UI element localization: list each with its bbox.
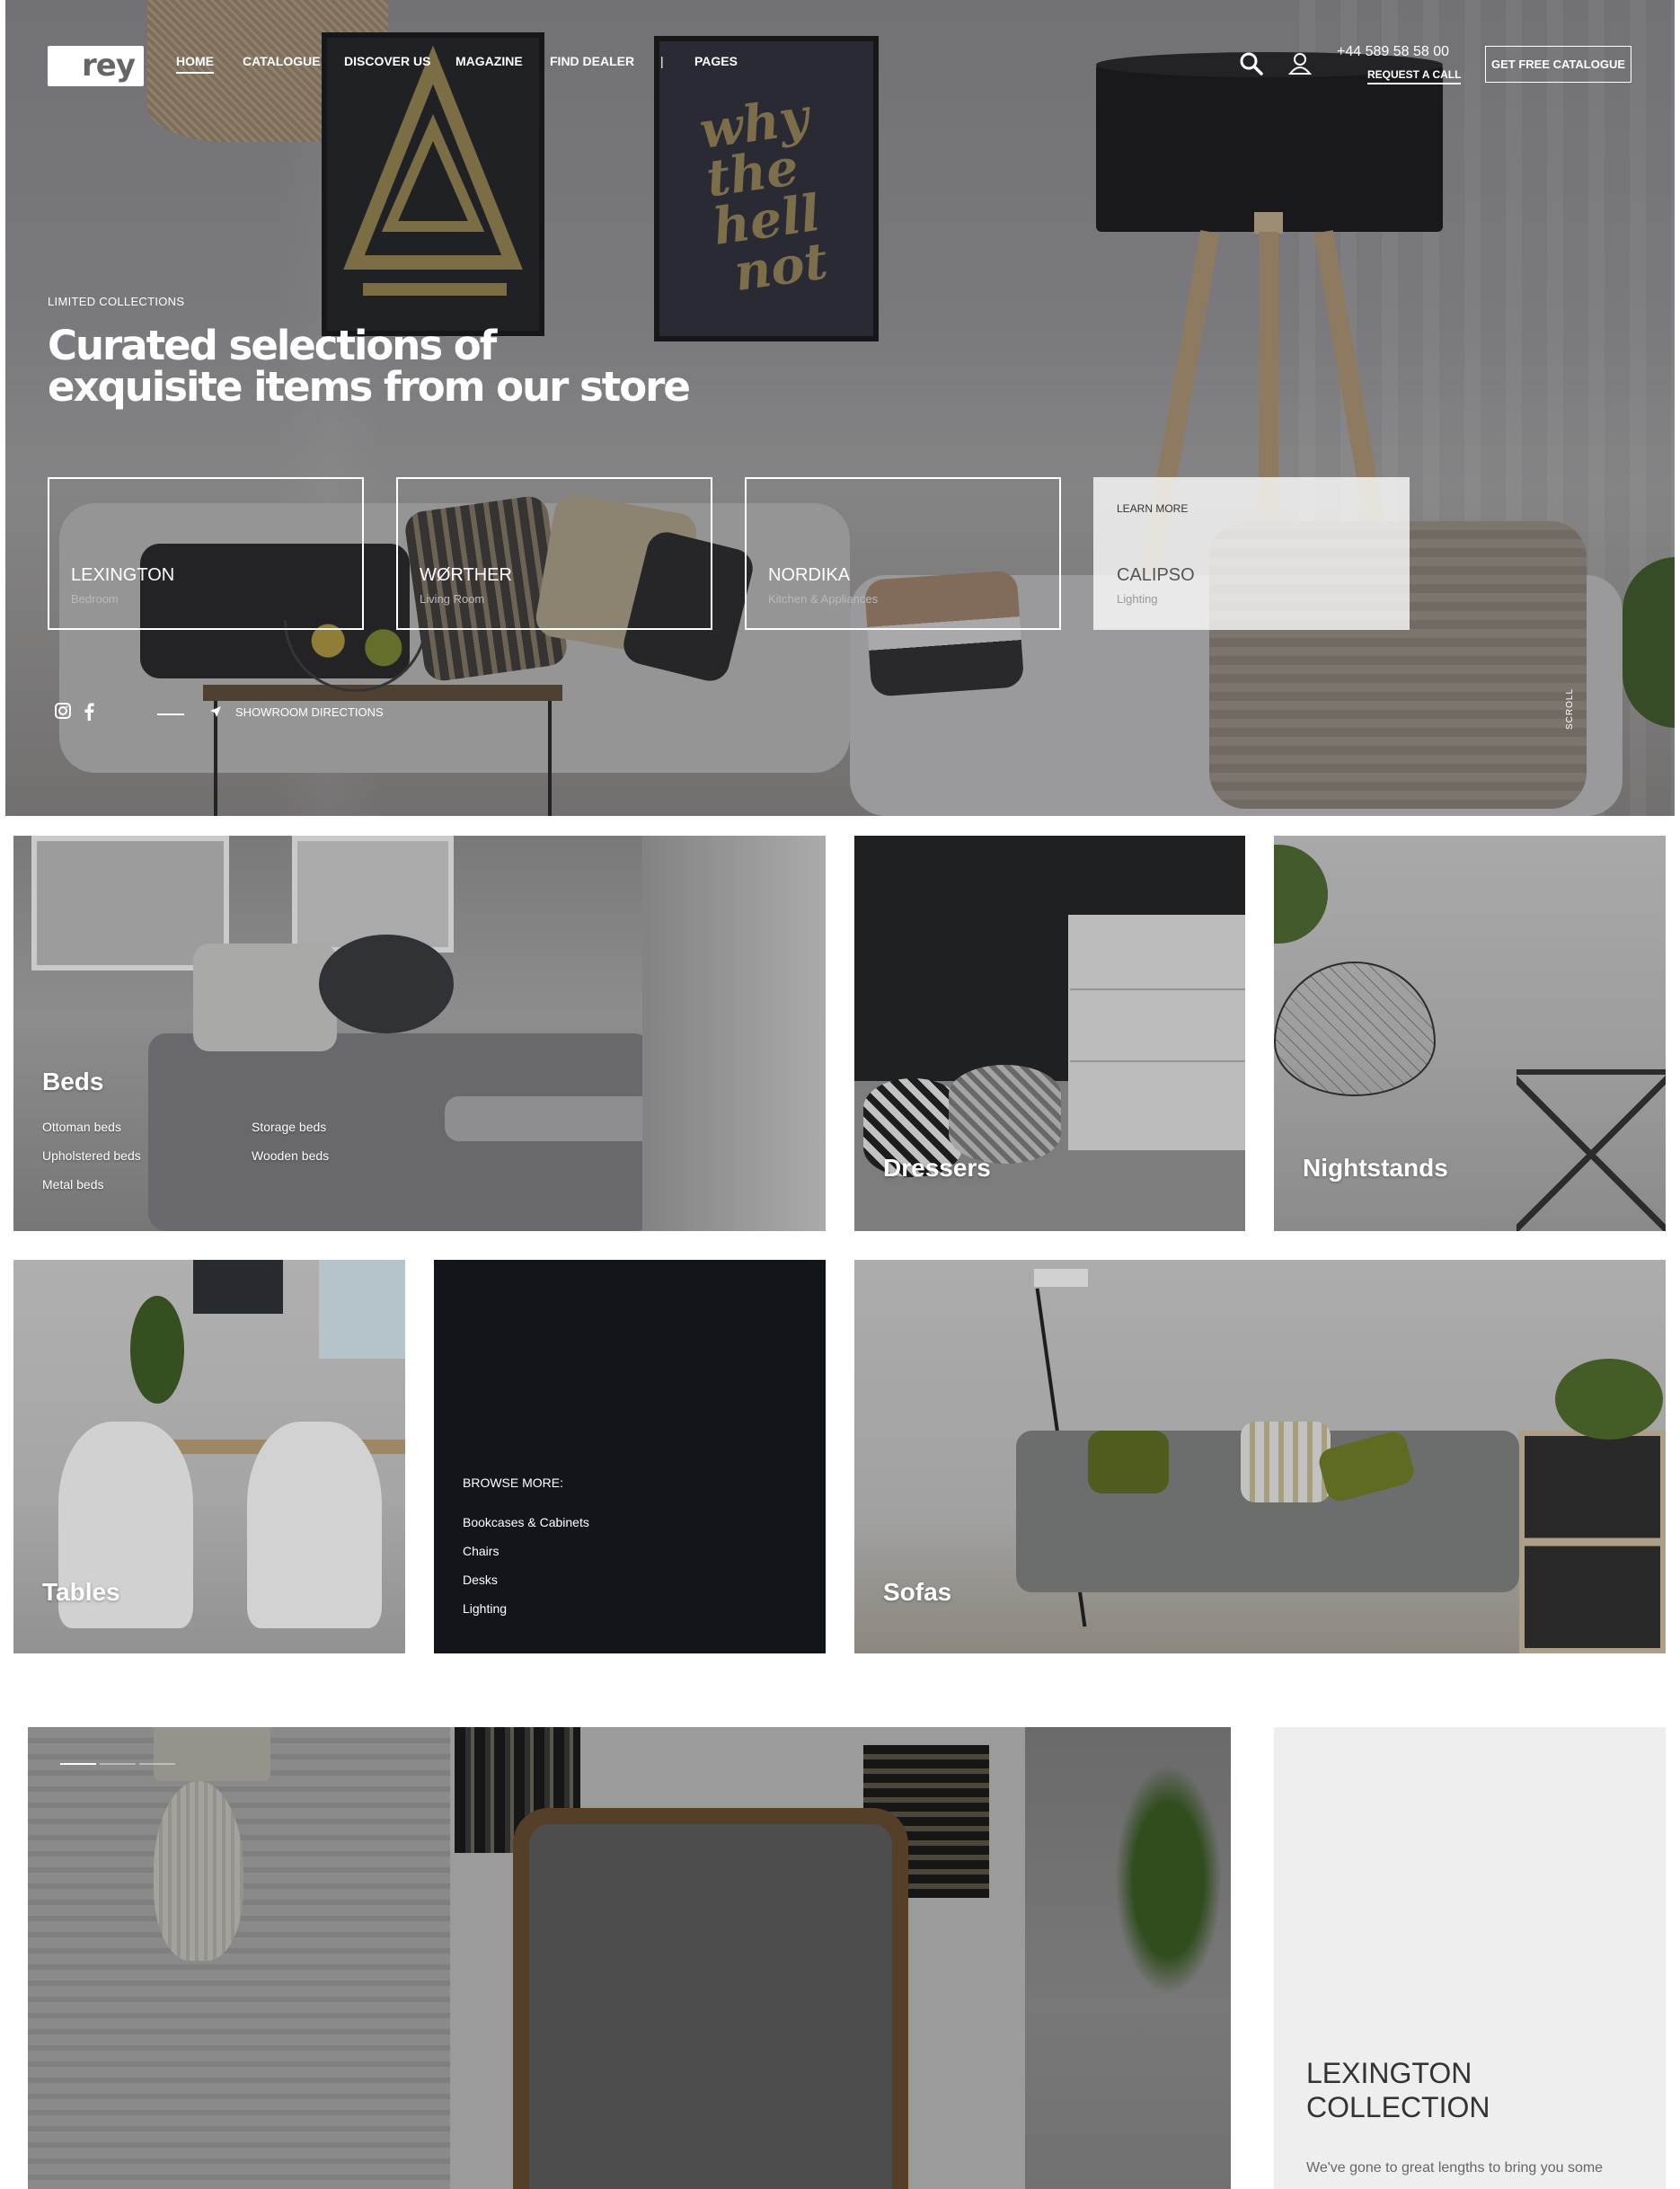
phone-number: +44 589 58 58 00	[1337, 44, 1450, 59]
subcategory-link[interactable]: Wooden beds	[252, 1148, 329, 1163]
slider-indicator[interactable]	[100, 1763, 136, 1765]
nav-item-home[interactable]: HOME	[176, 54, 214, 74]
nav-item-pages[interactable]: PAGES	[694, 54, 738, 68]
category-tile-beds[interactable]: Beds Ottoman beds Storage beds Upholster…	[13, 836, 826, 1231]
browse-more-panel: BROWSE MORE: Bookcases & Cabinets Chairs…	[434, 1260, 826, 1653]
collection-title: LEXINGTON COLLECTION	[1306, 2057, 1490, 2123]
category-tile-dressers[interactable]: Dressers	[854, 836, 1245, 1231]
nav-item-magazine[interactable]: MAGAZINE	[455, 54, 523, 68]
scroll-indicator[interactable]: SCROLL	[1565, 688, 1575, 730]
subcategory-link[interactable]: Upholstered beds	[42, 1148, 141, 1163]
tile-overlay	[28, 1727, 1231, 2189]
subcategory-link[interactable]: Ottoman beds	[42, 1120, 121, 1134]
collection-card-worther[interactable]: WØRTHER Living Room	[396, 477, 712, 630]
facebook-icon[interactable]	[84, 703, 94, 725]
browse-more-link[interactable]: Bookcases & Cabinets	[463, 1515, 589, 1529]
collection-card-calipso[interactable]: LEARN MORE CALIPSO Lighting	[1093, 477, 1410, 630]
brand-logo[interactable]: rey	[48, 46, 144, 86]
collection-card-nordika[interactable]: NORDIKA Kitchen & Appliances	[745, 477, 1061, 630]
card-title: CALIPSO	[1117, 565, 1195, 585]
card-subtitle: Bedroom	[71, 592, 119, 606]
tile-overlay	[13, 836, 826, 1231]
card-title: NORDIKA	[768, 565, 851, 585]
hero-headline: Curated selections of exquisite items fr…	[48, 322, 691, 411]
category-tile-tables[interactable]: Tables	[13, 1260, 405, 1653]
browse-more-heading: BROWSE MORE:	[463, 1476, 564, 1490]
category-title: Nightstands	[1303, 1154, 1448, 1182]
learn-more-link[interactable]: LEARN MORE	[1117, 502, 1188, 515]
hero-tagline: LIMITED COLLECTIONS	[48, 295, 185, 308]
location-arrow-icon	[209, 705, 222, 722]
divider-line	[157, 713, 184, 715]
subcategory-link[interactable]: Metal beds	[42, 1177, 103, 1192]
collection-card-lexington[interactable]: LEXINGTON Bedroom	[48, 477, 364, 630]
card-title: LEXINGTON	[71, 565, 175, 585]
category-tile-nightstands[interactable]: Nightstands	[1274, 836, 1666, 1231]
nav-item-find-dealer[interactable]: FIND DEALER	[550, 54, 634, 68]
card-subtitle: Living Room	[420, 592, 485, 606]
browse-more-link[interactable]: Desks	[463, 1573, 498, 1587]
nav-item-catalogue[interactable]: CATALOGUE	[243, 54, 321, 68]
get-free-catalogue-button[interactable]: GET FREE CATALOGUE	[1485, 46, 1631, 83]
category-title: Sofas	[883, 1578, 952, 1606]
category-title: Beds	[42, 1068, 104, 1095]
browse-more-link[interactable]: Chairs	[463, 1544, 499, 1558]
user-icon[interactable]	[1287, 52, 1313, 75]
category-tile-sofas[interactable]: Sofas	[854, 1260, 1666, 1653]
category-title: Tables	[42, 1578, 120, 1606]
subcategory-link[interactable]: Storage beds	[252, 1120, 326, 1134]
category-title: Dressers	[883, 1154, 991, 1182]
instagram-icon[interactable]	[55, 703, 71, 723]
slider-indicator[interactable]	[139, 1763, 175, 1765]
collection-feature-image	[28, 1727, 1231, 2189]
card-subtitle: Kitchen & Appliances	[768, 592, 879, 606]
collection-description: We've gone to great lengths to bring you…	[1306, 2160, 1604, 2176]
request-call-link[interactable]: REQUEST A CALL	[1367, 68, 1462, 84]
nav-separator: |	[660, 54, 664, 68]
showroom-directions-link[interactable]: SHOWROOM DIRECTIONS	[235, 705, 384, 719]
search-icon[interactable]	[1240, 52, 1263, 75]
browse-more-link[interactable]: Lighting	[463, 1601, 507, 1616]
nav-item-discover-us[interactable]: DISCOVER US	[344, 54, 430, 68]
card-title: WØRTHER	[420, 565, 512, 585]
slider-indicator[interactable]	[60, 1763, 96, 1765]
card-subtitle: Lighting	[1117, 592, 1158, 606]
tile-overlay	[854, 1260, 1666, 1653]
